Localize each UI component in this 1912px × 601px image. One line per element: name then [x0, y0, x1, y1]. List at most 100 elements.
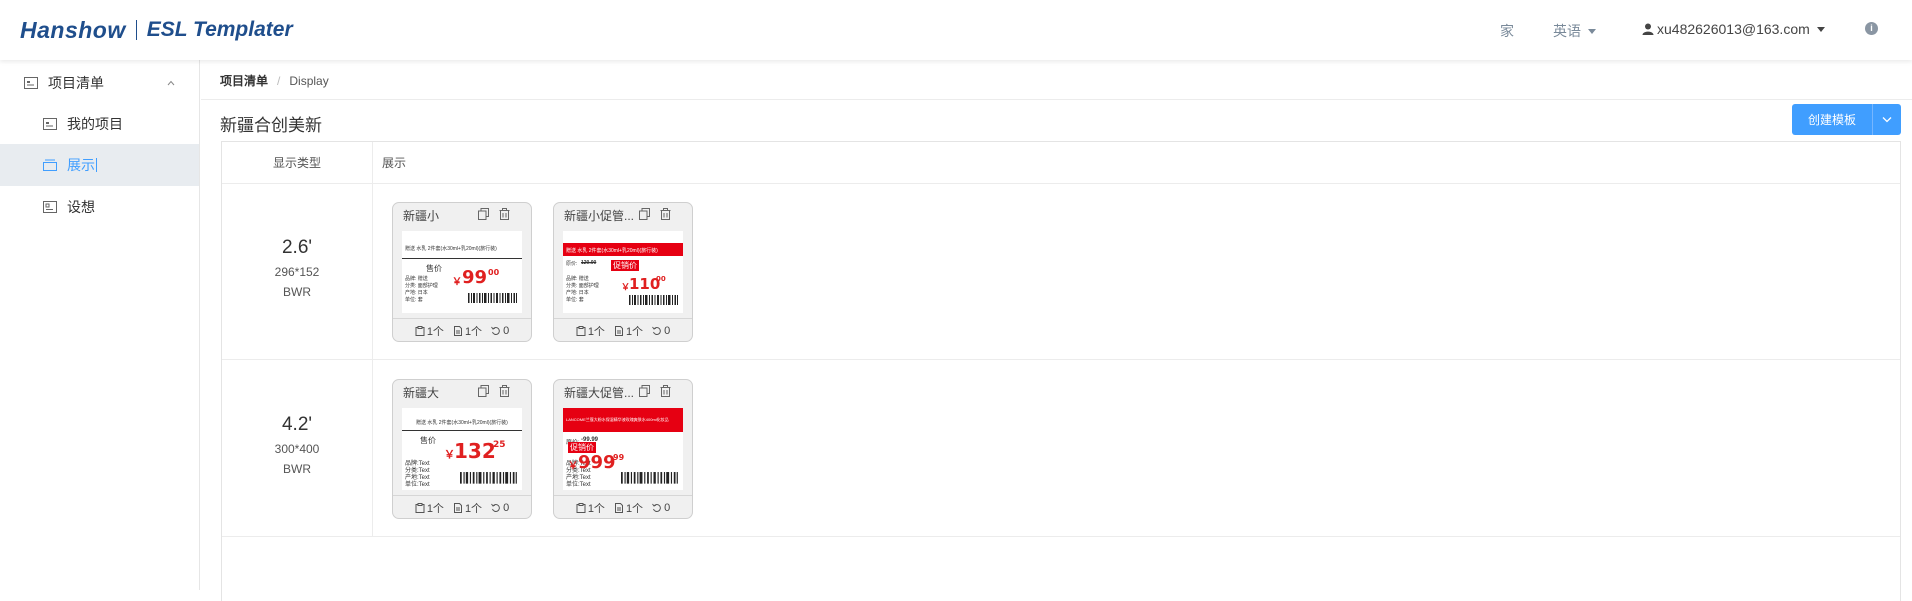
- document-icon: [614, 325, 623, 336]
- refresh-icon: [652, 503, 661, 512]
- text-cursor: [96, 158, 97, 172]
- refresh-count: 0: [491, 502, 509, 514]
- preview-attr: 分类: 面部护理: [405, 283, 438, 289]
- color-mode: BWR: [283, 462, 311, 476]
- preview-price: 999: [578, 452, 616, 473]
- bound-device-count: 1个: [576, 500, 605, 516]
- breadcrumb: 项目清单 / Display: [220, 72, 329, 89]
- user-icon: [1642, 23, 1654, 35]
- column-divider: [372, 142, 373, 537]
- card-header: 新疆小: [393, 203, 531, 225]
- display-type-cell: 2.6' 296*152 BWR: [222, 237, 372, 299]
- sidebar: 项目清单 我的项目 展示 设想: [0, 60, 200, 590]
- bound-device-count: 1个: [576, 323, 605, 339]
- screen-size: 4.2': [281, 414, 313, 435]
- template-name: 新疆小: [403, 209, 440, 223]
- preview-original-label: 原价:: [566, 261, 578, 267]
- template-card[interactable]: 新疆小促管... 赠送 水乳 2件套(水30ml+乳20ml)(旅行装) 原价:…: [553, 202, 693, 342]
- breadcrumb-root[interactable]: 项目清单: [220, 72, 268, 89]
- preview-attr: 单位:Text: [566, 482, 591, 488]
- refresh-icon: [491, 503, 500, 512]
- delete-icon[interactable]: [660, 385, 671, 397]
- preview-promo-tag: 促销价: [611, 260, 639, 271]
- preview-cents: 99: [613, 453, 625, 462]
- card-footer: 1个 1个 0: [393, 495, 531, 518]
- preview-attr: 单位: 套: [405, 297, 423, 303]
- sidebar-item-settings[interactable]: 设想: [0, 186, 199, 228]
- preview-cents: 25: [493, 440, 506, 450]
- copy-icon[interactable]: [478, 208, 489, 220]
- top-header: Hanshow ESL Templater 家 英语 xu482626013@1…: [0, 0, 1912, 60]
- sidebar-item-my-projects[interactable]: 我的项目: [0, 103, 199, 145]
- document-icon: [453, 325, 462, 336]
- label-preview: LANCOME兰蔻大粉水保湿精华液玫瑰爽肤水400ml化妆品 原价: -99.9…: [563, 408, 683, 490]
- template-name: 新疆小促管...: [564, 209, 635, 223]
- screen-resolution: 296*152: [274, 265, 320, 279]
- display-table: 显示类型 展示 2.6' 296*152 BWR 新疆小 赠送 水乳 2件套(水…: [221, 141, 1901, 601]
- divider: [201, 99, 1912, 100]
- template-card[interactable]: 新疆大促管... LANCOME兰蔻大粉水保湿精华液玫瑰爽肤水400ml化妆品 …: [553, 379, 693, 519]
- user-menu[interactable]: xu482626013@163.com: [1642, 21, 1825, 37]
- create-template-button[interactable]: 创建模板: [1792, 104, 1901, 135]
- refresh-count: 0: [652, 502, 670, 514]
- preview-attr: 产地: 日本: [566, 290, 589, 296]
- id-card-icon: [24, 77, 38, 89]
- chevron-down-icon: [1816, 26, 1825, 32]
- display-type-cell: 4.2' 300*400 BWR: [222, 414, 372, 476]
- preview-product-name: LANCOME兰蔻大粉水保湿精华液玫瑰爽肤水400ml化妆品: [566, 417, 669, 422]
- preview-attr: 品牌: 赠送: [566, 276, 589, 282]
- card-header: 新疆大促管...: [554, 380, 692, 402]
- user-email: xu482626013@163.com: [1657, 21, 1810, 37]
- copy-icon[interactable]: [478, 385, 489, 397]
- preview-divider: [402, 258, 522, 259]
- clipboard-icon: [576, 325, 586, 336]
- column-header-display-type: 显示类型: [272, 156, 321, 170]
- chevron-down-icon: [1588, 28, 1596, 34]
- preview-original-price: 120.00: [581, 260, 597, 266]
- card-footer: 1个 1个 0: [554, 318, 692, 341]
- column-header-show: 展示: [382, 156, 407, 170]
- sidebar-group-project-list[interactable]: 项目清单: [0, 62, 199, 104]
- template-card[interactable]: 新疆小 赠送 水乳 2件套(水30ml+乳20ml)(旅行装) 售价 品牌: 赠…: [392, 202, 532, 342]
- delete-icon[interactable]: [499, 208, 510, 220]
- language-dropdown[interactable]: 英语: [1553, 21, 1596, 41]
- chevron-down-icon: [1882, 117, 1892, 123]
- chevron-up-icon: [167, 80, 175, 86]
- create-template-dropdown[interactable]: [1873, 116, 1901, 123]
- info-icon[interactable]: i: [1865, 22, 1878, 35]
- copy-icon[interactable]: [639, 385, 650, 397]
- card-header: 新疆大: [393, 380, 531, 402]
- refresh-count: 0: [652, 325, 670, 337]
- page-count: 1个: [614, 323, 643, 339]
- display-icon: [43, 159, 57, 171]
- preview-currency: ￥: [452, 277, 462, 288]
- preview-product-name: 赠送 水乳 2件套(水30ml+乳20ml)(旅行装): [405, 246, 497, 252]
- breadcrumb-separator: /: [277, 73, 281, 88]
- copy-icon[interactable]: [639, 208, 650, 220]
- id-card-icon: [43, 118, 57, 130]
- sidebar-item-label: 我的项目: [67, 116, 123, 132]
- template-card[interactable]: 新疆大 赠送 水乳 2件套(水30ml+乳20ml)(旅行装) 售价 品牌:Te…: [392, 379, 532, 519]
- brand-logo[interactable]: Hanshow ESL Templater: [20, 14, 293, 46]
- sidebar-item-label: 设想: [67, 199, 95, 215]
- preview-currency: ￥: [568, 461, 578, 472]
- color-mode: BWR: [283, 285, 311, 299]
- preview-attr: 单位: 套: [566, 297, 584, 303]
- settings-card-icon: [43, 201, 57, 213]
- template-name: 新疆大: [403, 386, 440, 400]
- screen-size: 2.6': [281, 237, 313, 258]
- app-name: ESL Templater: [146, 18, 293, 41]
- template-name: 新疆大促管...: [564, 386, 635, 400]
- delete-icon[interactable]: [499, 385, 510, 397]
- preview-cents: 00: [656, 275, 666, 283]
- breadcrumb-current: Display: [289, 73, 329, 88]
- sidebar-group-label: 项目清单: [48, 75, 104, 91]
- clipboard-icon: [415, 325, 425, 336]
- delete-icon[interactable]: [660, 208, 671, 220]
- barcode-icon: [621, 472, 678, 484]
- barcode-icon: [629, 295, 678, 305]
- page-title: 新疆合创美新: [220, 116, 322, 135]
- barcode-icon: [468, 293, 517, 303]
- sidebar-item-display[interactable]: 展示: [0, 144, 199, 186]
- nav-home-link[interactable]: 家: [1500, 21, 1514, 41]
